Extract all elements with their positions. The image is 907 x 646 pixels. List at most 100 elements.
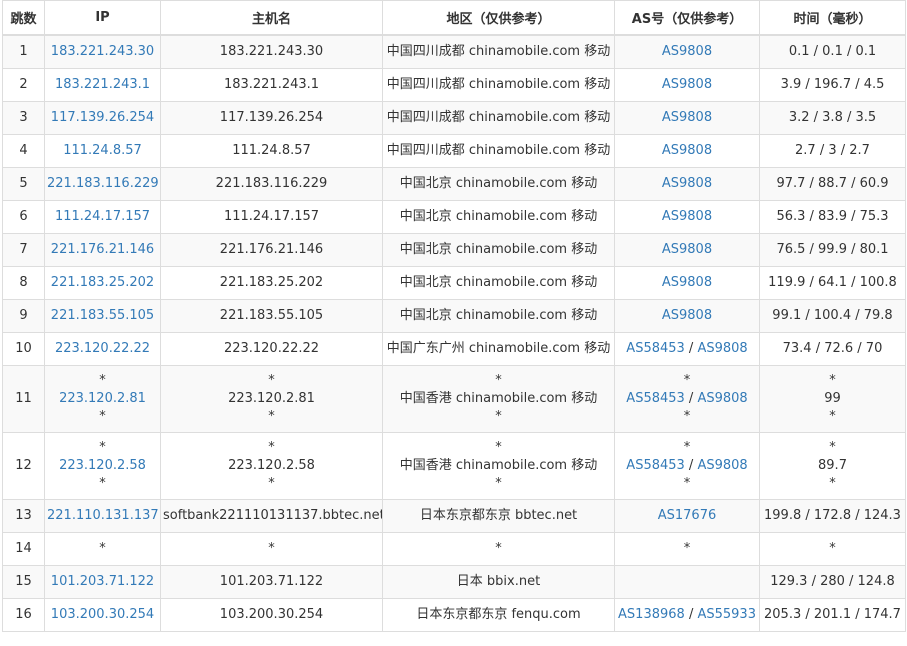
as-link[interactable]: AS58453 [626, 391, 685, 406]
table-row: 4 111.24.8.57 111.24.8.57 中国四川成都 chinamobil… [2, 134, 906, 168]
time-cell-line: 2.7 / 3 / 2.7 [795, 143, 870, 158]
hostname-cell: softbank221110131137.bbtec.net [160, 499, 383, 533]
time-cell-line: 56.3 / 83.9 / 75.3 [776, 209, 889, 224]
as-link[interactable]: AS9808 [662, 44, 712, 59]
as-link[interactable]: AS9808 [662, 209, 712, 224]
as-link[interactable]: AS9808 [662, 176, 712, 191]
as-cell: AS138968 / AS55933 [614, 598, 760, 632]
as-link[interactable]: AS138968 [618, 607, 685, 622]
as-cell: AS9808 [614, 134, 760, 168]
region-cell-line: 中国北京 chinamobile.com 移动 [399, 176, 598, 191]
time-cell-line: 76.5 / 99.9 / 80.1 [776, 242, 889, 257]
ip-link[interactable]: 183.221.243.1 [47, 76, 158, 94]
as-cell: AS17676 [614, 499, 760, 533]
region-cell: 中国北京 chinamobile.com 移动 [382, 299, 615, 333]
ip-link[interactable]: 223.120.22.22 [47, 340, 158, 358]
hostname-cell: 183.221.243.1 [160, 68, 383, 102]
ip-cell: 221.176.21.146 [44, 233, 161, 267]
hop-cell: 16 [2, 598, 45, 632]
hop-cell: 11 [2, 365, 45, 433]
as-cell: AS9808 [614, 68, 760, 102]
time-cell: 3.2 / 3.8 / 3.5 [759, 101, 906, 135]
table-row: 2 183.221.243.1 183.221.243.1 中国四川成都 chinam… [2, 68, 906, 102]
as-link[interactable]: AS9808 [662, 143, 712, 158]
as-line: AS58453 / AS9808 [617, 340, 757, 358]
header-region: 地区（仅供参考） [382, 0, 615, 36]
ip-cell: 183.221.243.1 [44, 68, 161, 102]
table-row: 6 111.24.17.157 111.24.17.157 中国北京 chinamob… [2, 200, 906, 234]
as-line: AS9808 [617, 142, 757, 160]
ip-link[interactable]: 221.183.25.202 [47, 274, 158, 292]
region-cell: 日本东京都东京 bbtec.net [382, 499, 615, 533]
time-cell-line: 97.7 / 88.7 / 60.9 [776, 176, 889, 191]
ip-link[interactable]: 117.139.26.254 [47, 109, 158, 127]
ip-link[interactable]: 221.183.116.229 [47, 175, 159, 193]
as-cell: * AS58453 / AS9808 * [614, 432, 760, 500]
region-cell-line: 中国广东广州 chinamobile.com 移动 [386, 341, 611, 356]
region-cell: 中国北京 chinamobile.com 移动 [382, 266, 615, 300]
time-cell-line: 73.4 / 72.6 / 70 [782, 341, 883, 356]
time-cell: 97.7 / 88.7 / 60.9 [759, 167, 906, 201]
ip-cell: 103.200.30.254 [44, 598, 161, 632]
hostname-cell-line: 103.200.30.254 [219, 607, 324, 622]
ip-link[interactable]: 223.120.2.58 [47, 457, 158, 475]
hostname-cell: 111.24.17.157 [160, 200, 383, 234]
hostname-cell: 117.139.26.254 [160, 101, 383, 135]
as-line: * [617, 372, 757, 390]
ip-link[interactable]: 101.203.71.122 [47, 573, 158, 591]
as-link[interactable]: AS58453 [626, 341, 685, 356]
time-cell-line: 0.1 / 0.1 / 0.1 [788, 44, 877, 59]
hostname-cell: 221.183.116.229 [160, 167, 383, 201]
as-line: AS9808 [617, 274, 757, 292]
as-separator: / [684, 458, 698, 473]
hostname-cell-line: * [268, 541, 275, 556]
as-link[interactable]: AS9808 [662, 275, 712, 290]
table-row: 9 221.183.55.105 221.183.55.105 中国北京 chinam… [2, 299, 906, 333]
as-link[interactable]: AS58453 [626, 458, 685, 473]
ip-cell: 101.203.71.122 [44, 565, 161, 599]
ip-link[interactable]: 221.110.131.137 [47, 507, 159, 525]
hostname-cell: 183.221.243.30 [160, 34, 383, 69]
hostname-cell: 223.120.22.22 [160, 332, 383, 366]
time-cell-line: 89.7 [818, 458, 847, 473]
time-cell: 2.7 / 3 / 2.7 [759, 134, 906, 168]
as-link[interactable]: AS9808 [697, 458, 747, 473]
as-link[interactable]: AS9808 [662, 110, 712, 125]
ip-link[interactable]: 111.24.8.57 [47, 142, 158, 160]
ip-cell: 221.183.25.202 [44, 266, 161, 300]
region-cell-line: 中国北京 chinamobile.com 移动 [399, 209, 598, 224]
hop-cell: 12 [2, 432, 45, 500]
header-as: AS号（仅供参考） [614, 0, 760, 36]
hostname-cell-line: 117.139.26.254 [219, 110, 324, 125]
as-cell: * [614, 532, 760, 566]
ip-link[interactable]: 221.176.21.146 [47, 241, 158, 259]
ip-link[interactable]: 103.200.30.254 [47, 606, 158, 624]
hostname-cell: 221.183.55.105 [160, 299, 383, 333]
region-cell: 日本 bbix.net [382, 565, 615, 599]
ip-placeholder: * [99, 541, 106, 556]
ip-link[interactable]: 223.120.2.81 [47, 390, 158, 408]
hostname-cell-line: softbank221110131137.bbtec.net [163, 508, 383, 523]
as-link[interactable]: AS9808 [697, 391, 747, 406]
time-cell-line: 99.1 / 100.4 / 79.8 [772, 308, 893, 323]
as-link[interactable]: AS55933 [697, 607, 756, 622]
as-link[interactable]: AS9808 [697, 341, 747, 356]
time-cell-line: * [829, 409, 836, 424]
hostname-cell-line: * [268, 476, 275, 491]
as-separator: / [684, 607, 698, 622]
as-link[interactable]: AS9808 [662, 308, 712, 323]
time-cell-line: * [829, 476, 836, 491]
ip-link[interactable]: 221.183.55.105 [47, 307, 158, 325]
ip-link[interactable]: 183.221.243.30 [47, 43, 158, 61]
time-cell: 119.9 / 64.1 / 100.8 [759, 266, 906, 300]
as-link[interactable]: AS17676 [658, 508, 717, 523]
ip-link[interactable]: 111.24.17.157 [47, 208, 158, 226]
hop-cell: 10 [2, 332, 45, 366]
time-cell: 199.8 / 172.8 / 124.3 [759, 499, 906, 533]
hostname-cell: 221.176.21.146 [160, 233, 383, 267]
as-link[interactable]: AS9808 [662, 77, 712, 92]
as-link[interactable]: AS9808 [662, 242, 712, 257]
hostname-cell: * [160, 532, 383, 566]
as-cell: * AS58453 / AS9808 * [614, 365, 760, 433]
as-cell: AS58453 / AS9808 [614, 332, 760, 366]
